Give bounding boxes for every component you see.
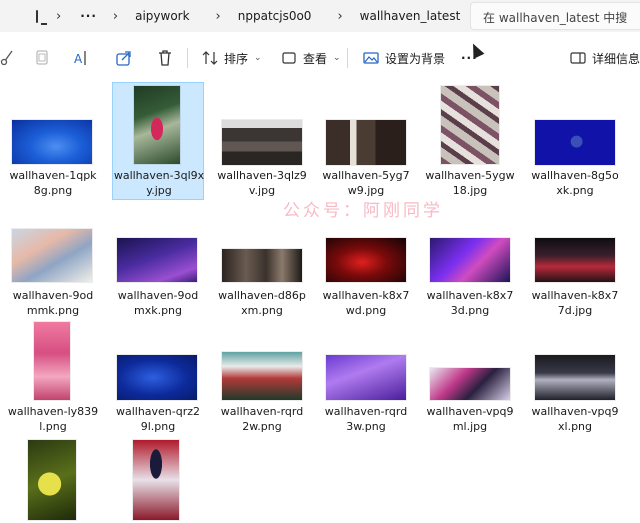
chevron-right-icon[interactable]: › [56, 9, 61, 24]
file-name: wallhaven-ly839 l.png [7, 405, 99, 433]
breadcrumb-segment[interactable]: nppatcjs0o0 [230, 9, 320, 23]
details-pane-label: 详细信息 [592, 51, 640, 66]
file-item[interactable]: wallhaven-vpq9 xl.png [529, 322, 621, 437]
thumbnail [326, 120, 406, 165]
copy-icon[interactable] [33, 49, 51, 67]
command-bar: A 排序 ⌄ 查看 ⌄ 设置为背景 ··· 详细信息 [0, 38, 640, 78]
file-item[interactable]: wallhaven-rqrd 3w.png [320, 322, 412, 437]
cut-icon[interactable] [0, 49, 18, 67]
thumbnail [117, 355, 197, 400]
thumbnail [222, 120, 302, 165]
svg-text:A: A [74, 52, 83, 66]
file-item[interactable]: wallhaven-1qpk 8g.png [7, 82, 99, 200]
thumbnail [28, 440, 76, 520]
wallpaper-icon [363, 52, 379, 64]
view-button[interactable]: 查看 ⌄ [281, 47, 341, 69]
file-name: wallhaven-vpq9 xl.png [531, 405, 619, 433]
file-item[interactable]: wallhaven-9od mmk.png [7, 226, 99, 321]
thumbnail [34, 322, 70, 400]
file-item[interactable] [112, 440, 204, 523]
sort-icon [202, 51, 218, 65]
thumbnail [535, 355, 615, 400]
file-name: wallhaven-vpq9 ml.jpg [426, 405, 514, 433]
file-name: wallhaven-3ql9x y.jpg [113, 169, 205, 197]
file-item[interactable]: wallhaven-vpq9 ml.jpg [424, 322, 516, 437]
file-name: wallhaven-1qpk 8g.png [9, 169, 97, 197]
file-item[interactable]: wallhaven-3qlz9 v.jpg [216, 82, 308, 200]
file-name: wallhaven-5yg7 w9.jpg [322, 169, 410, 197]
thumbnail [326, 355, 406, 400]
rename-icon[interactable]: A [72, 49, 90, 67]
chevron-down-icon: ⌄ [333, 53, 341, 63]
breadcrumb-segment[interactable]: aipywork [127, 9, 197, 23]
file-item[interactable]: wallhaven-5ygw 18.jpg [424, 82, 516, 200]
share-icon[interactable] [115, 49, 133, 67]
file-name: wallhaven-9od mmk.png [12, 289, 94, 317]
chevron-right-icon[interactable]: › [216, 9, 221, 24]
details-pane-button[interactable]: 详细信息 [570, 47, 640, 69]
chevron-right-icon[interactable]: › [113, 9, 118, 24]
set-as-background-label: 设置为背景 [385, 51, 446, 66]
search-input[interactable]: 在 wallhaven_latest 中搜 [470, 2, 640, 30]
thumbnail [535, 120, 615, 165]
file-name: wallhaven-rqrd 2w.png [220, 405, 304, 433]
file-item[interactable]: wallhaven-k8x7 3d.png [424, 226, 516, 321]
thumbnail [430, 368, 510, 400]
file-name: wallhaven-k8x7 7d.jpg [531, 289, 619, 317]
file-item[interactable]: wallhaven-9od mxk.png [112, 226, 204, 321]
thumbnail [326, 238, 406, 282]
set-as-background-button[interactable]: 设置为背景 [363, 47, 445, 69]
chevron-down-icon: ⌄ [254, 53, 262, 63]
thumbnail [12, 120, 92, 164]
thumbnail [222, 249, 302, 282]
thumbnail [441, 86, 499, 164]
file-item[interactable]: wallhaven-8g5o xk.png [529, 82, 621, 200]
address-bar: › ··· › aipywork › nppatcjs0o0 › wallhav… [0, 0, 640, 32]
file-item[interactable]: wallhaven-k8x7 7d.jpg [529, 226, 621, 321]
sort-label: 排序 [224, 51, 249, 66]
file-name: wallhaven-d86p xm.png [218, 289, 306, 317]
view-label: 查看 [303, 51, 328, 66]
file-item[interactable]: wallhaven-ly839 l.png [7, 322, 99, 437]
file-name: wallhaven-rqrd 3w.png [324, 405, 408, 433]
delete-icon[interactable] [156, 49, 174, 67]
file-item[interactable]: wallhaven-k8x7 wd.png [320, 226, 412, 321]
sort-button[interactable]: 排序 ⌄ [202, 47, 262, 69]
thumbnail [134, 86, 180, 164]
thumbnail [430, 238, 510, 282]
breadcrumb[interactable]: › ··· › aipywork › nppatcjs0o0 › wallhav… [28, 2, 464, 30]
view-icon [282, 52, 296, 64]
thumbnail [12, 229, 92, 282]
file-item-selected[interactable]: wallhaven-3ql9x y.jpg [112, 82, 204, 200]
file-item[interactable]: wallhaven-qrz2 9l.png [112, 322, 204, 437]
thumbnail [535, 238, 615, 282]
file-name: wallhaven-8g5o xk.png [531, 169, 619, 197]
toolbar-divider [347, 48, 348, 68]
chevron-right-icon[interactable]: › [337, 9, 342, 24]
file-name: wallhaven-qrz2 9l.png [115, 405, 201, 433]
file-item[interactable] [7, 440, 99, 523]
thumbnail [133, 440, 179, 520]
file-name: wallhaven-5ygw 18.jpg [425, 169, 515, 197]
file-item[interactable]: wallhaven-d86p xm.png [216, 226, 308, 321]
file-name: wallhaven-3qlz9 v.jpg [217, 169, 307, 197]
details-pane-icon [570, 52, 586, 64]
file-name: wallhaven-9od mxk.png [117, 289, 199, 317]
breadcrumb-segment[interactable]: wallhaven_latest [352, 9, 469, 23]
thumbnail [222, 352, 302, 400]
file-item[interactable]: wallhaven-rqrd 2w.png [216, 322, 308, 437]
file-name: wallhaven-k8x7 3d.png [426, 289, 514, 317]
breadcrumb-overflow[interactable]: ··· [70, 9, 107, 23]
file-name: wallhaven-k8x7 wd.png [322, 289, 410, 317]
file-grid: wallhaven-1qpk 8g.png wallhaven-3ql9x y.jp… [0, 82, 640, 523]
toolbar-divider [187, 48, 188, 68]
computer-icon[interactable] [36, 9, 47, 25]
file-item[interactable]: wallhaven-5yg7 w9.jpg [320, 82, 412, 200]
thumbnail [117, 238, 197, 282]
